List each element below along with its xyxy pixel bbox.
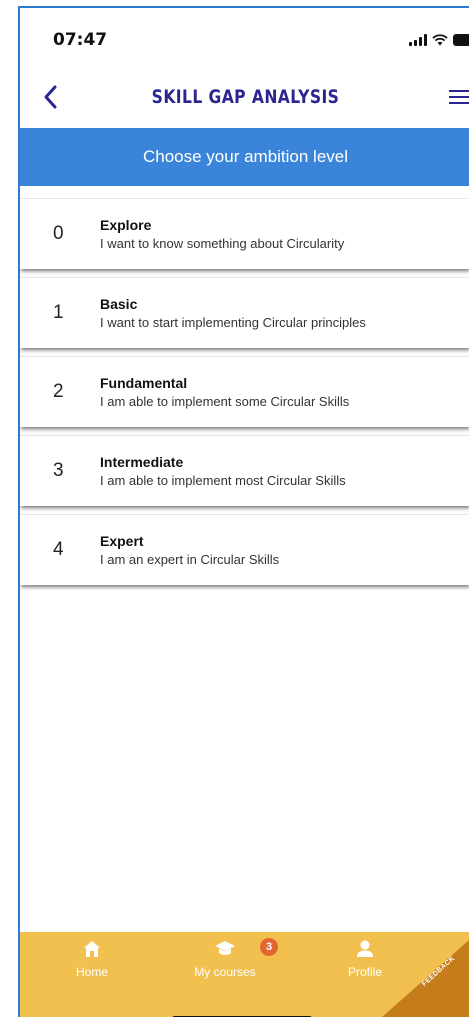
tab-home[interactable]: Home [32,932,152,992]
level-option-fundamental[interactable]: 2 Fundamental I am able to implement som… [20,356,469,427]
level-option-intermediate[interactable]: 3 Intermediate I am able to implement mo… [20,435,469,506]
level-name: Intermediate [100,454,184,470]
level-name: Expert [100,533,144,549]
courses-count-badge: 3 [260,938,278,956]
level-description: I am an expert in Circular Skills [100,552,280,567]
level-name: Explore [100,217,152,233]
level-option-basic[interactable]: 1 Basic I want to start implementing Cir… [20,277,469,348]
wifi-icon [432,34,448,46]
person-icon [357,940,373,957]
ambition-level-list: 0 Explore I want to know something about… [20,198,469,593]
level-option-expert[interactable]: 4 Expert I am an expert in Circular Skil… [20,514,469,585]
status-icons [409,32,469,48]
level-option-explore[interactable]: 0 Explore I want to know something about… [20,198,469,269]
status-bar: 07:47 [20,8,469,70]
level-number: 1 [53,302,64,323]
level-name: Fundamental [100,375,188,391]
level-description: I want to start implementing Circular pr… [100,315,366,330]
tab-label: Home [75,965,108,979]
tab-label: My courses [194,965,256,979]
home-icon [84,941,100,957]
signal-icon [409,34,427,46]
level-description: I am able to implement most Circular Ski… [100,473,346,488]
level-number: 0 [53,223,64,244]
level-number: 4 [53,539,64,560]
level-number: 3 [53,460,64,481]
level-description: I am able to implement some Circular Ski… [100,394,350,409]
graduation-cap-icon [215,941,235,955]
hamburger-menu-icon[interactable] [449,86,469,108]
ambition-banner: Choose your ambition level [20,128,469,186]
feedback-button[interactable]: FEEDBACK [382,940,469,1017]
battery-icon [453,34,469,46]
header-bar: SKILL GAP ANALYSIS [20,70,469,126]
level-number: 2 [53,381,64,402]
status-time: 07:47 [53,30,108,50]
level-name: Basic [100,296,138,312]
page-title: SKILL GAP ANALYSIS [151,86,340,108]
level-description: I want to know something about Circulari… [100,236,345,251]
app-screen: 07:47 SKILL GAP ANALYSIS Choose your amb… [18,6,469,1017]
